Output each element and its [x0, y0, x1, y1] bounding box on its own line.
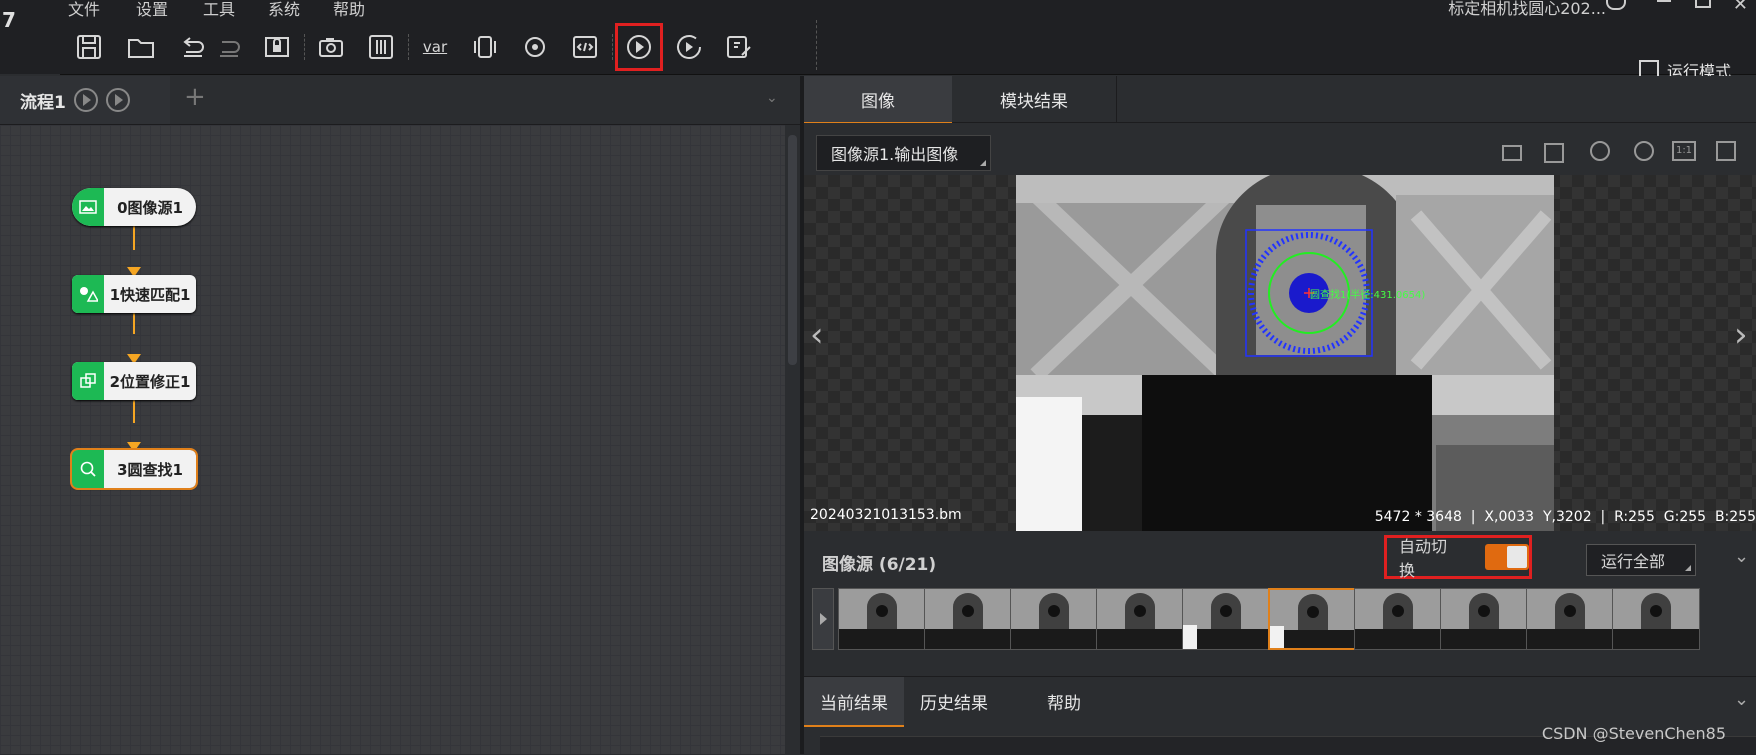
image-toolbar: 图像源1.输出图像 1:1	[804, 123, 1756, 173]
sliders-icon[interactable]	[362, 28, 400, 66]
edit-form-icon[interactable]	[720, 28, 758, 66]
circle-find-icon	[72, 450, 104, 488]
lock-panel-icon[interactable]	[258, 28, 296, 66]
thumbnail-item[interactable]	[838, 588, 926, 650]
toolbar-separator	[612, 34, 614, 60]
chevron-down-icon[interactable]: ⌄	[1734, 689, 1749, 710]
dropdown-corner-icon	[980, 160, 986, 166]
close-icon[interactable]: ✕	[1733, 0, 1748, 15]
undo-icon[interactable]	[174, 28, 212, 66]
viewer-status-bar: 20240321013153.bm 5472 * 3648 | X,0033 Y…	[804, 503, 1756, 531]
flow-node-circle-find[interactable]: 3圆查找1	[70, 448, 198, 490]
thumbnail-item[interactable]	[1010, 588, 1098, 650]
menu-system[interactable]: 系统	[268, 0, 300, 20]
grid-view-icon[interactable]	[1544, 143, 1564, 163]
run-flow-icon[interactable]	[73, 88, 98, 112]
run-all-select[interactable]: 运行全部	[1586, 544, 1696, 576]
flow-node-fast-match[interactable]: 1快速匹配1	[72, 275, 196, 313]
dropdown-corner-icon	[1685, 565, 1691, 571]
image-icon	[72, 188, 104, 226]
split-view-icon[interactable]	[1502, 145, 1522, 161]
menu-bar: 文件 设置 工具 系统 帮助 标定相机找圆心202... ✕	[0, 0, 1756, 20]
auto-switch-toggle[interactable]	[1485, 544, 1529, 570]
chevron-down-icon[interactable]: ⌄	[1734, 546, 1749, 567]
toolbar-separator	[304, 34, 306, 60]
image-source-select[interactable]: 图像源1.输出图像	[816, 135, 991, 171]
image-viewer[interactable]: 圆查找1(半径:431.0654) ‹ › 20240321013153.bm …	[804, 175, 1756, 531]
camera-icon[interactable]	[312, 28, 350, 66]
menu-file[interactable]: 文件	[68, 0, 100, 20]
chevron-down-icon[interactable]: ⌄	[766, 90, 778, 106]
thumbnail-item[interactable]	[1354, 588, 1442, 650]
tab-help[interactable]: 帮助	[1004, 677, 1124, 725]
toggle-knob	[1507, 546, 1527, 568]
thumbnail-item[interactable]	[1440, 588, 1528, 650]
fit-window-icon[interactable]	[1716, 141, 1736, 161]
thumbnail-item[interactable]	[1612, 588, 1700, 650]
global-trigger-icon[interactable]	[516, 28, 554, 66]
circle-result-label: 圆查找1(半径:431.0654)	[1310, 288, 1425, 301]
prev-image-arrow[interactable]: ‹	[810, 315, 824, 355]
toolbar-separator	[816, 20, 818, 70]
help-circle-icon[interactable]	[1606, 0, 1626, 10]
image-source-count: 图像源 (6/21)	[822, 555, 937, 575]
result-tab-bar: 当前结果 历史结果 帮助 ⌄	[804, 676, 1756, 727]
maximize-icon[interactable]	[1695, 0, 1711, 8]
zoom-out-icon[interactable]	[1634, 141, 1654, 161]
zoom-in-icon[interactable]	[1590, 141, 1610, 161]
thumbnail-item[interactable]	[1526, 588, 1614, 650]
inspection-image: 圆查找1(半径:431.0654)	[1016, 175, 1554, 531]
tab-history-result[interactable]: 历史结果	[904, 677, 1004, 725]
thumbnail-item[interactable]	[1182, 588, 1270, 650]
thumbnail-item[interactable]	[924, 588, 1012, 650]
thumbnail-item[interactable]	[1268, 588, 1356, 650]
tab-module-result[interactable]: 模块结果	[952, 76, 1117, 122]
next-image-arrow[interactable]: ›	[1734, 315, 1748, 355]
position-fix-icon	[72, 362, 104, 400]
add-flow-button[interactable]: +	[184, 82, 206, 112]
thumbnail-strip	[804, 588, 1756, 656]
watermark: CSDN @StevenChen85	[1541, 724, 1726, 743]
menu-settings[interactable]: 设置	[136, 0, 168, 20]
auto-switch-control: 自动切换	[1384, 535, 1532, 580]
open-folder-icon[interactable]	[122, 28, 160, 66]
thumbnail-item[interactable]	[1096, 588, 1184, 650]
flow-canvas[interactable]: 0图像源1 1快速匹配1 2位置修正1 3圆查找1	[0, 125, 785, 754]
tab-flow1[interactable]: 流程1	[0, 76, 170, 124]
menu-tools[interactable]: 工具	[203, 0, 235, 20]
shape-match-icon	[72, 275, 104, 313]
strip-expand-button[interactable]	[812, 588, 834, 650]
tab-image[interactable]: 图像	[804, 76, 952, 124]
run-continuous-icon[interactable]	[670, 28, 708, 66]
flow-scrollbar[interactable]	[785, 125, 800, 754]
image-source-panel-header: 图像源 (6/21) 自动切换 运行全部 ⌄	[804, 532, 1756, 588]
pixel-info: 5472 * 3648 | X,0033 Y,3202 | R:255 G:25…	[1374, 509, 1756, 525]
flow-node-position-fix[interactable]: 2位置修正1	[72, 362, 196, 400]
app-logo: 7	[0, 0, 60, 74]
right-tab-bar: 图像 模块结果	[804, 76, 1756, 124]
main-toolbar: var 运行模式	[60, 20, 1756, 81]
flow-tab-bar: 流程1 + ⌄	[0, 76, 800, 125]
play-icon	[820, 613, 827, 625]
redo-icon[interactable]	[210, 28, 248, 66]
loop-flow-icon[interactable]	[105, 88, 130, 112]
variable-icon[interactable]: var	[416, 28, 454, 66]
tab-current-result[interactable]: 当前结果	[804, 677, 904, 727]
run-once-button[interactable]	[615, 23, 663, 71]
scrollbar-thumb[interactable]	[788, 135, 797, 365]
window-title: 标定相机找圆心202...	[1448, 0, 1606, 18]
script-code-icon[interactable]	[566, 28, 604, 66]
flow-node-image-source[interactable]: 0图像源1	[72, 188, 196, 226]
image-filename: 20240321013153.bm	[810, 507, 962, 523]
zoom-actual-size-icon[interactable]: 1:1	[1672, 141, 1696, 161]
menu-help[interactable]: 帮助	[333, 0, 365, 20]
toolbar-separator	[408, 34, 410, 60]
minimize-icon[interactable]	[1657, 0, 1671, 2]
save-icon[interactable]	[70, 28, 108, 66]
module-icon[interactable]	[466, 28, 504, 66]
